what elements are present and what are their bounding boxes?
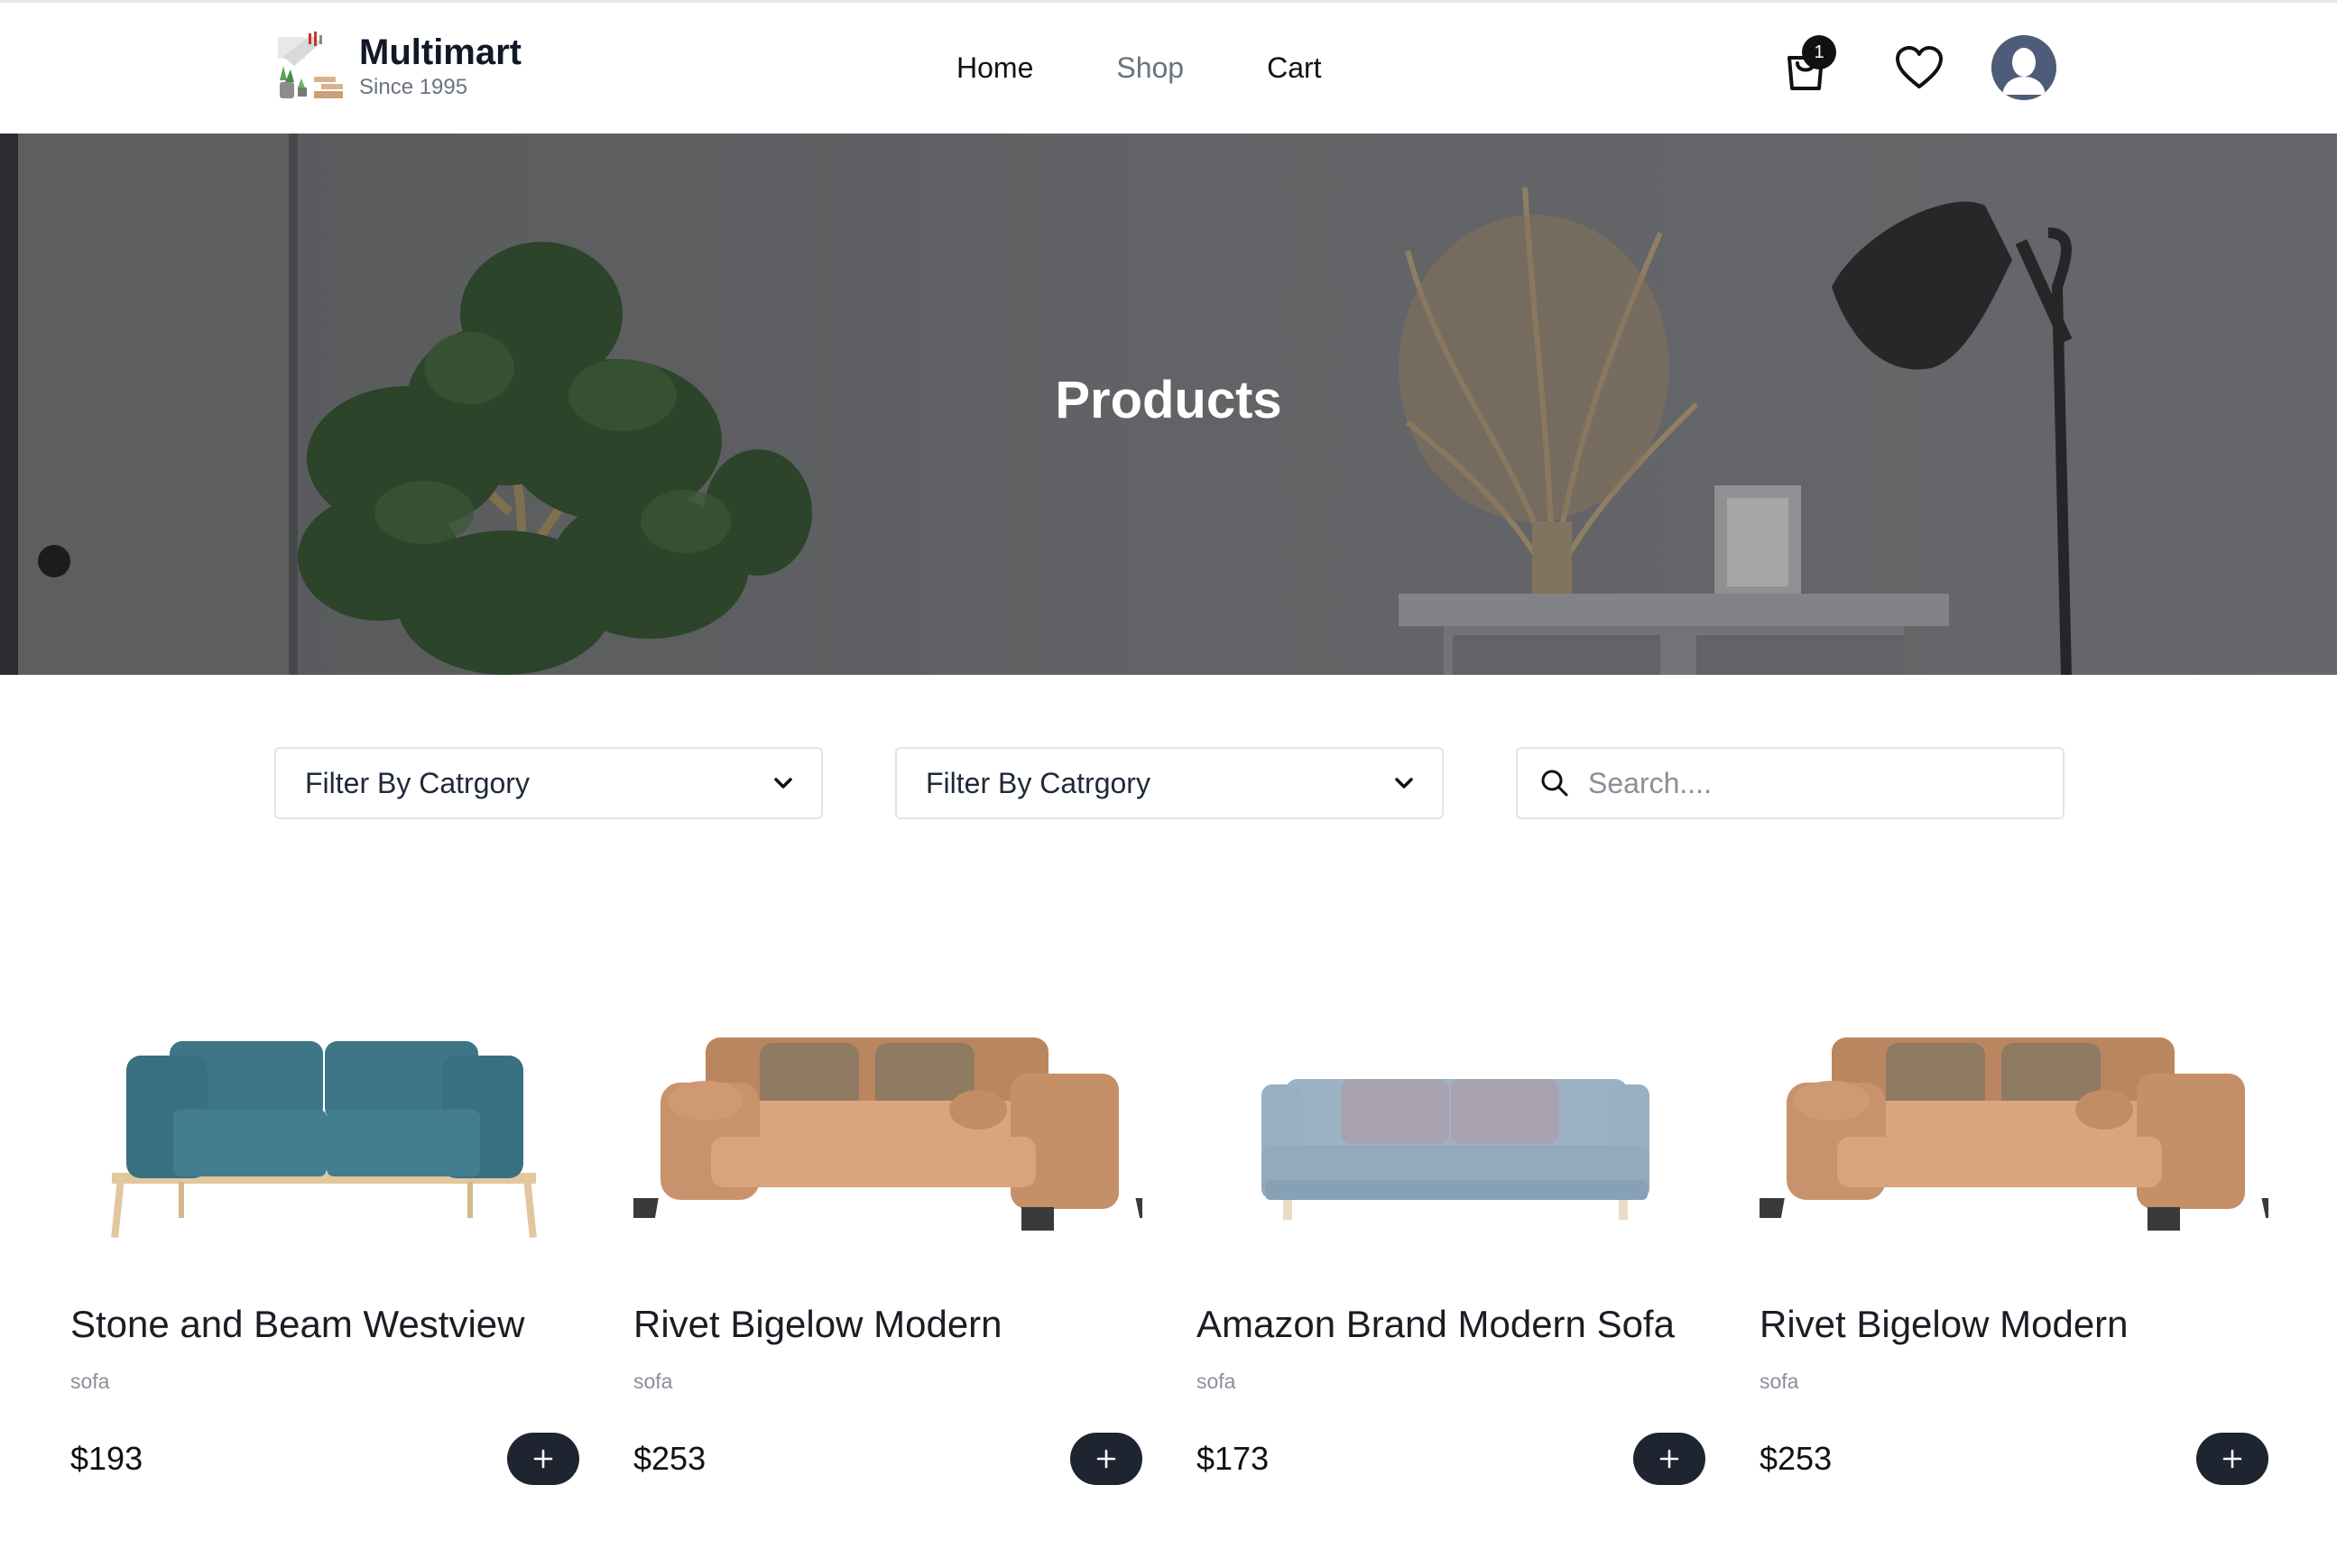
search-icon <box>1541 770 1568 797</box>
plus-icon <box>533 1449 553 1469</box>
nav-item-cart[interactable]: Cart <box>1267 50 1321 86</box>
product-category: sofa <box>1760 1370 1799 1393</box>
plus-icon <box>1096 1449 1116 1469</box>
product-title[interactable]: Rivet Bigelow Modern <box>633 1303 1002 1346</box>
plus-icon <box>2222 1449 2242 1469</box>
user-avatar-icon <box>1991 35 2056 100</box>
product-card[interactable]: Stone and Beam Westview sofa $193 <box>70 992 579 1498</box>
site-header: Multimart Since 1995 Home Shop Cart 1 <box>0 0 2337 134</box>
chevron-down-icon <box>1395 778 1413 789</box>
add-to-cart-button[interactable] <box>2196 1433 2268 1485</box>
chevron-down-icon <box>774 778 792 789</box>
category-filter-1[interactable]: Filter By Catrgory <box>274 747 823 819</box>
cart-count-badge: 1 <box>1802 35 1836 69</box>
category-filter-1-label: Filter By Catrgory <box>305 766 530 799</box>
product-category: sofa <box>1196 1370 1236 1393</box>
product-card[interactable]: Amazon Brand Modern Sofa sofa $173 <box>1196 992 1705 1498</box>
product-title[interactable]: Amazon Brand Modern Sofa <box>1196 1303 1675 1346</box>
search-box <box>1516 747 2065 819</box>
product-card[interactable]: Rivet Bigelow Modern sofa $253 <box>1760 992 2268 1498</box>
category-filter-2[interactable]: Filter By Catrgory <box>895 747 1444 819</box>
product-category: sofa <box>633 1370 673 1393</box>
category-filter-2-label: Filter By Catrgory <box>926 766 1150 799</box>
product-card[interactable]: Rivet Bigelow Modern sofa $253 <box>633 992 1142 1498</box>
product-price: $253 <box>633 1440 707 1477</box>
product-title[interactable]: Rivet Bigelow Modern <box>1760 1303 2129 1346</box>
heart-icon <box>1896 46 1943 88</box>
cart-button[interactable]: 1 <box>1773 35 1838 100</box>
nav-item-home[interactable]: Home <box>956 50 1033 86</box>
page-title: Products <box>1055 371 1282 429</box>
search-input[interactable] <box>1588 766 2039 800</box>
product-title[interactable]: Stone and Beam Westview <box>70 1303 525 1346</box>
add-to-cart-button[interactable] <box>1633 1433 1705 1485</box>
brand-text: Multimart Since 1995 <box>359 32 522 101</box>
wishlist-button[interactable] <box>1887 35 1952 100</box>
plus-icon <box>1659 1449 1679 1469</box>
brand-name: Multimart <box>359 32 522 72</box>
add-to-cart-button[interactable] <box>1070 1433 1142 1485</box>
product-price: $173 <box>1196 1440 1270 1477</box>
brand-tagline: Since 1995 <box>359 75 468 99</box>
product-image-tan-sofa <box>1760 1038 2268 1231</box>
user-avatar[interactable] <box>1991 35 2056 100</box>
product-image-tan-sofa <box>633 1038 1142 1231</box>
product-price: $253 <box>1760 1440 1833 1477</box>
product-image-teal-sofa <box>111 1041 537 1239</box>
filter-bar: Filter By Catrgory Filter By Catrgory <box>274 747 2065 819</box>
header-actions: 1 <box>1773 35 2056 100</box>
nav-item-shop[interactable]: Shop <box>1116 50 1184 86</box>
brand-logo-icon <box>278 32 343 98</box>
product-image-grey-blue-sofa <box>1261 1079 1649 1220</box>
brand[interactable]: Multimart Since 1995 <box>274 30 522 104</box>
main-nav: Home Shop Cart <box>956 50 1405 86</box>
page: Multimart Since 1995 Home Shop Cart 1 Pr… <box>0 0 2337 1568</box>
product-price: $193 <box>70 1440 143 1477</box>
hero-banner: Products <box>0 134 2337 675</box>
add-to-cart-button[interactable] <box>507 1433 579 1485</box>
product-category: sofa <box>70 1370 110 1393</box>
